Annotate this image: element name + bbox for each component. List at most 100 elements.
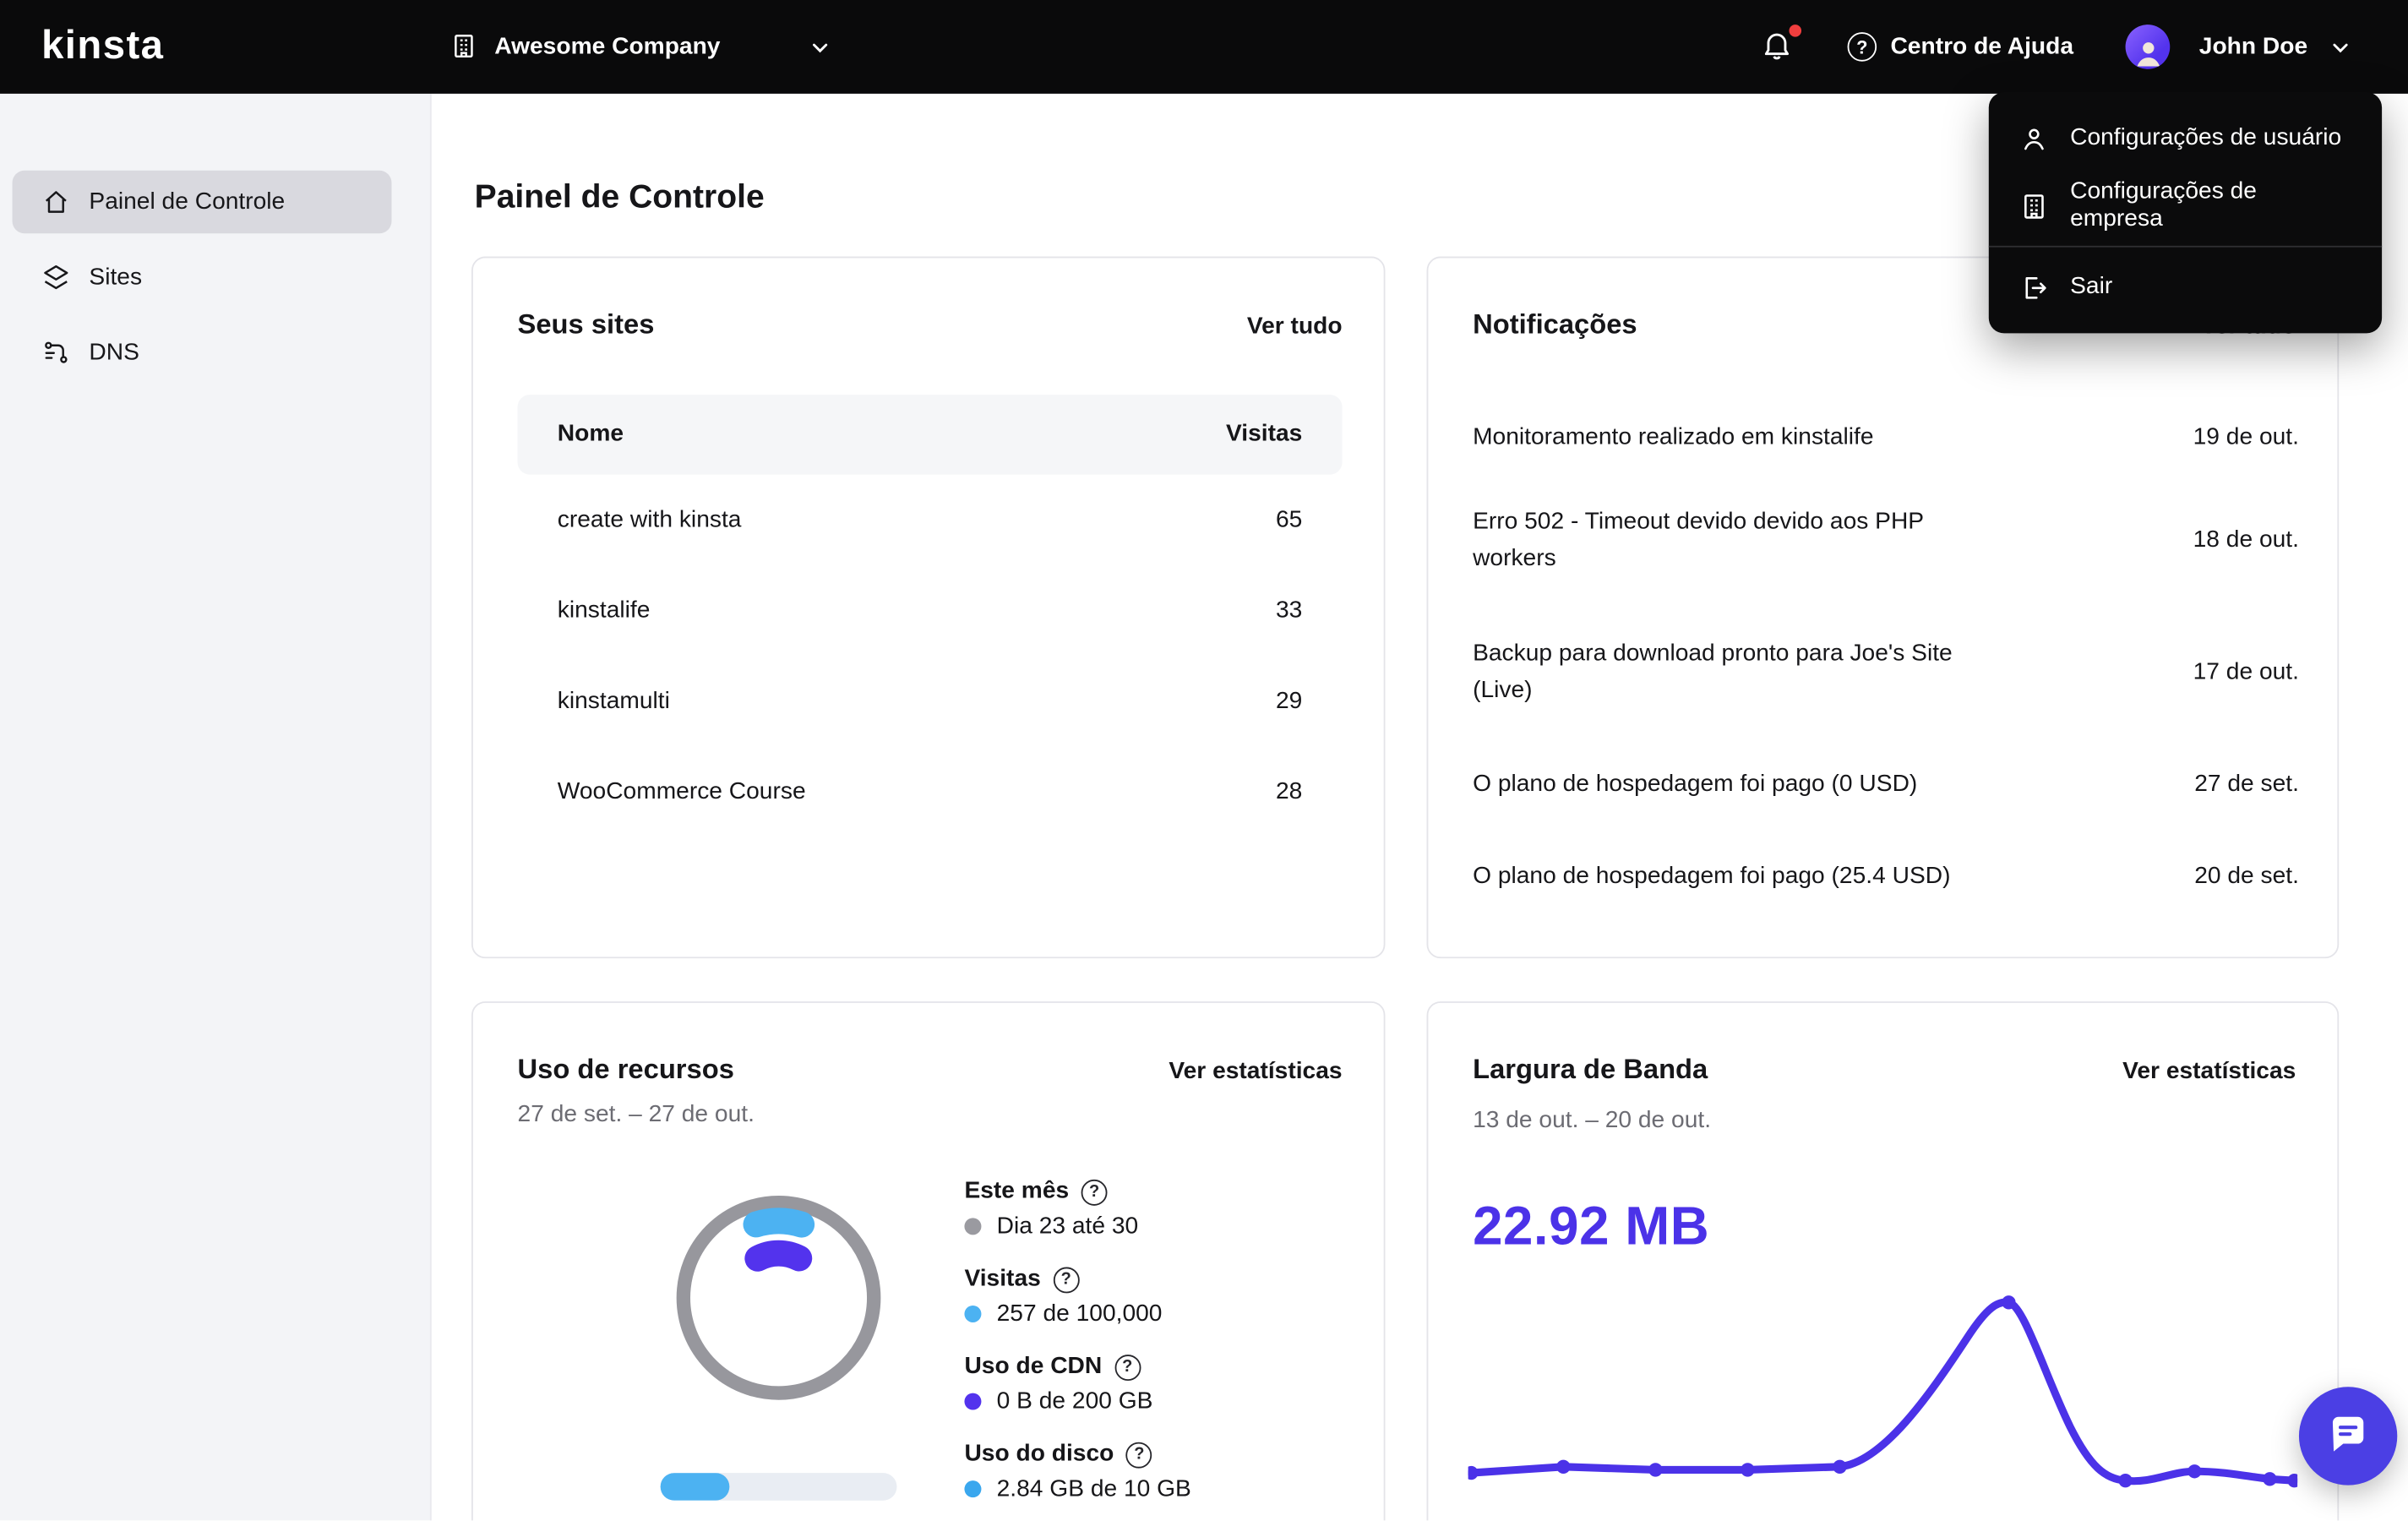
sites-table-header: Nome Visitas (517, 395, 1343, 475)
menu-item-logout[interactable]: Sair (1989, 254, 2382, 321)
legend-dot (964, 1218, 982, 1235)
list-item[interactable]: O plano de hospedagem foi pago (25.4 USD… (1473, 831, 2299, 923)
legend-value: 2.84 GB de 10 GB (996, 1475, 1191, 1502)
table-row[interactable]: WooCommerce Course 28 (518, 746, 1343, 837)
notification-text: O plano de hospedagem foi pago (0 USD) (1473, 771, 1918, 798)
menu-item-label: Configurações de usuário (2070, 124, 2342, 151)
menu-item-label: Sair (2070, 273, 2113, 300)
legend-value: 0 B de 200 GB (996, 1387, 1153, 1415)
kinsta-logo: Kinsta (41, 21, 165, 68)
company-icon (450, 32, 480, 62)
list-item[interactable]: O plano de hospedagem foi pago (0 USD) 2… (1473, 739, 2299, 831)
legend-group-disk: Uso do disco ? 2.84 GB de 10 GB (964, 1437, 1191, 1507)
list-item[interactable]: Backup para download pronto para Joe's S… (1473, 607, 2299, 739)
help-icon[interactable]: ? (1053, 1266, 1080, 1293)
legend-group-visits: Visitas ? 257 de 100,000 (964, 1262, 1190, 1332)
dns-route-icon (43, 340, 69, 366)
resources-stats-link[interactable]: Ver estatísticas (1169, 1058, 1342, 1086)
notification-date: 27 de set. (2194, 771, 2299, 798)
help-icon: ? (1847, 32, 1877, 62)
notifications-bell-button[interactable] (1760, 25, 1802, 68)
legend-value: Dia 23 até 30 (996, 1212, 1139, 1239)
sidebar-item-label: DNS (89, 338, 139, 365)
table-row[interactable]: kinstamulti 29 (518, 656, 1343, 746)
site-visits: 65 (1275, 505, 1303, 532)
bandwidth-period: 13 de out. – 20 de out. (1473, 1107, 1712, 1134)
bandwidth-card-title: Largura de Banda (1473, 1053, 1708, 1085)
resources-legend: Este mês ? Dia 23 até 30 Visitas ? 257 d… (964, 1175, 1191, 1520)
list-item[interactable]: Erro 502 - Timeout devido devido aos PHP… (1473, 475, 2299, 607)
bandwidth-line-chart (1468, 1289, 2298, 1520)
legend-dot (964, 1393, 982, 1410)
sidebar-item-sites[interactable]: Sites (13, 246, 392, 309)
sidebar: Painel de Controle Sites DNS (0, 93, 432, 1521)
site-name: WooCommerce Course (557, 777, 806, 804)
bandwidth-total: 22.92 MB (1473, 1196, 1710, 1257)
notification-text: Backup para download pronto para Joe's S… (1473, 640, 1953, 704)
sidebar-item-dashboard[interactable]: Painel de Controle (12, 170, 392, 234)
sidebar-item-label: Painel de Controle (89, 188, 286, 215)
user-menu-trigger[interactable]: John Doe (2125, 0, 2351, 94)
logout-icon (2019, 273, 2049, 303)
help-center-button[interactable]: ? Centro de Ajuda (1847, 0, 2074, 94)
legend-label: Este mês (964, 1178, 1070, 1204)
sites-card-title: Seus sites (517, 308, 655, 340)
legend-dot (964, 1305, 982, 1322)
chat-icon (2332, 1416, 2364, 1452)
sites-table: create with kinsta 65 kinstalife 33 kins… (518, 475, 1343, 837)
layers-icon (43, 264, 69, 291)
notification-date: 17 de out. (2193, 658, 2299, 685)
resources-card: Uso de recursos Ver estatísticas 27 de s… (471, 1001, 1386, 1521)
notification-date: 20 de set. (2194, 863, 2299, 890)
notification-text: Monitoramento realizado em kinstalife (1473, 423, 1874, 450)
table-row[interactable]: create with kinsta 65 (518, 475, 1343, 565)
site-visits: 33 (1275, 597, 1303, 624)
app-root: Kinsta Awesome Company ? (0, 0, 2408, 1521)
site-visits: 28 (1275, 777, 1303, 804)
notification-text: Erro 502 - Timeout devido devido aos PHP… (1473, 508, 1924, 572)
menu-item-label: Configurações de empresa (2070, 177, 2257, 232)
company-selector[interactable]: Awesome Company (450, 0, 831, 94)
column-visits: Visitas (1225, 421, 1303, 447)
legend-label: Uso do disco (964, 1440, 1114, 1467)
sidebar-item-dns[interactable]: DNS (13, 321, 392, 384)
notification-date: 18 de out. (2193, 526, 2299, 553)
bandwidth-card: Largura de Banda Ver estatísticas 13 de … (1426, 1001, 2340, 1521)
bandwidth-stats-link[interactable]: Ver estatísticas (2122, 1058, 2296, 1086)
user-icon (2019, 123, 2049, 153)
table-row[interactable]: kinstalife 33 (518, 565, 1343, 656)
list-item[interactable]: Monitoramento realizado em kinstalife 19… (1473, 401, 2299, 474)
user-name: John Doe (2198, 33, 2308, 59)
chevron-down-icon (809, 36, 831, 57)
menu-divider (1988, 245, 2383, 248)
topbar: Kinsta Awesome Company ? (0, 0, 2408, 94)
company-icon (2019, 191, 2049, 221)
resources-card-title: Uso de recursos (517, 1053, 734, 1085)
site-visits: 29 (1275, 687, 1303, 714)
column-name: Nome (557, 421, 624, 447)
legend-group-month: Este mês ? Dia 23 até 30 (964, 1175, 1190, 1244)
menu-item-user-settings[interactable]: Configurações de usuário (1989, 105, 2382, 172)
menu-item-company-settings[interactable]: Configurações de empresa (1989, 172, 2382, 240)
help-icon[interactable]: ? (1114, 1354, 1141, 1381)
resource-usage-gauge (656, 1175, 902, 1420)
sites-card: Seus sites Ver tudo Nome Visitas create … (471, 256, 1386, 959)
company-selector-label: Awesome Company (494, 33, 721, 59)
resources-period: 27 de set. – 27 de out. (517, 1101, 755, 1128)
notification-date: 19 de out. (2193, 423, 2299, 450)
home-icon (43, 189, 69, 215)
legend-label: Visitas (964, 1265, 1041, 1292)
site-name: create with kinsta (557, 505, 742, 532)
notifications-list: Monitoramento realizado em kinstalife 19… (1473, 401, 2299, 923)
notification-text: O plano de hospedagem foi pago (25.4 USD… (1473, 863, 1951, 890)
chevron-down-icon (2329, 36, 2351, 57)
user-dropdown-menu: Configurações de usuário Configurações d… (1988, 92, 2383, 334)
help-icon[interactable]: ? (1081, 1179, 1108, 1205)
site-name: kinstamulti (557, 687, 670, 714)
chat-launcher-button[interactable] (2298, 1387, 2398, 1486)
help-center-label: Centro de Ajuda (1890, 33, 2074, 59)
sites-view-all-link[interactable]: Ver tudo (1247, 313, 1343, 341)
page-title: Painel de Controle (474, 177, 765, 215)
avatar (2125, 25, 2171, 69)
help-icon[interactable]: ? (1125, 1441, 1152, 1468)
